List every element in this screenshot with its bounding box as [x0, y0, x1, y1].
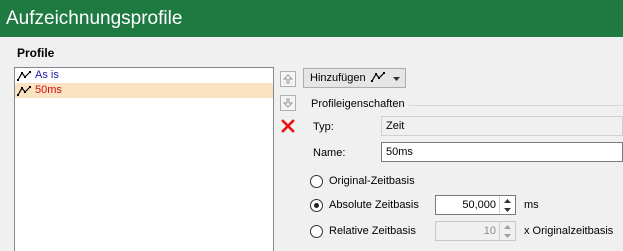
radio-label: Absolute Zeitbasis [329, 199, 419, 211]
arrow-up-icon [283, 74, 293, 84]
radio-button[interactable] [310, 224, 323, 238]
profile-item-label: As is [35, 69, 59, 81]
arrow-down-icon [283, 98, 293, 108]
absolute-timebase-spinner[interactable]: 50,000 [435, 195, 516, 215]
profile-item-label: 50ms [35, 84, 62, 96]
radio-absolute-timebase[interactable]: Absolute Zeitbasis [310, 197, 419, 213]
group-divider [404, 105, 623, 106]
add-button-label: Hinzufügen [310, 72, 366, 84]
spinner-arrows[interactable] [499, 196, 515, 214]
spin-down-icon[interactable] [500, 205, 515, 214]
absolute-timebase-value: 50,000 [462, 199, 496, 211]
type-label: Typ: [313, 121, 334, 133]
spin-up-icon[interactable] [500, 196, 515, 205]
profile-curve-icon [17, 70, 31, 81]
profile-item-as-is[interactable]: As is [15, 68, 273, 83]
profile-curve-icon [17, 85, 31, 96]
radio-original-timebase[interactable]: Original-Zeitbasis [310, 173, 415, 189]
delete-profile-button[interactable] [280, 118, 296, 136]
profile-list[interactable]: As is 50ms [14, 67, 274, 251]
radio-button[interactable] [310, 198, 323, 212]
relative-timebase-value: 10 [483, 225, 496, 237]
profile-properties-title: Profileigenschaften [311, 98, 409, 110]
caret-down-icon [392, 72, 400, 84]
move-down-button[interactable] [280, 95, 296, 111]
window-title: Aufzeichnungsprofile [0, 0, 623, 37]
relative-timebase-spinner[interactable]: 10 [435, 221, 516, 241]
add-profile-button[interactable]: Hinzufügen [303, 68, 406, 88]
radio-label: Original-Zeitbasis [329, 175, 415, 187]
move-up-button[interactable] [280, 71, 296, 87]
profile-curve-icon [370, 71, 385, 85]
spin-down-icon[interactable] [500, 231, 515, 240]
spinner-arrows[interactable] [499, 222, 515, 240]
spin-up-icon[interactable] [500, 222, 515, 231]
radio-relative-timebase[interactable]: Relative Zeitbasis [310, 223, 416, 239]
absolute-unit-label: ms [524, 199, 539, 211]
red-x-icon [281, 118, 295, 136]
profile-item-50ms[interactable]: 50ms [15, 83, 273, 98]
relative-unit-label: x Originalzeitbasis [524, 225, 614, 237]
name-label: Name: [313, 147, 346, 159]
type-field: Zeit [381, 116, 623, 136]
radio-button[interactable] [310, 174, 323, 188]
profiles-section-label: Profile [17, 46, 55, 60]
radio-label: Relative Zeitbasis [329, 225, 416, 237]
name-field[interactable]: 50ms [381, 142, 623, 162]
